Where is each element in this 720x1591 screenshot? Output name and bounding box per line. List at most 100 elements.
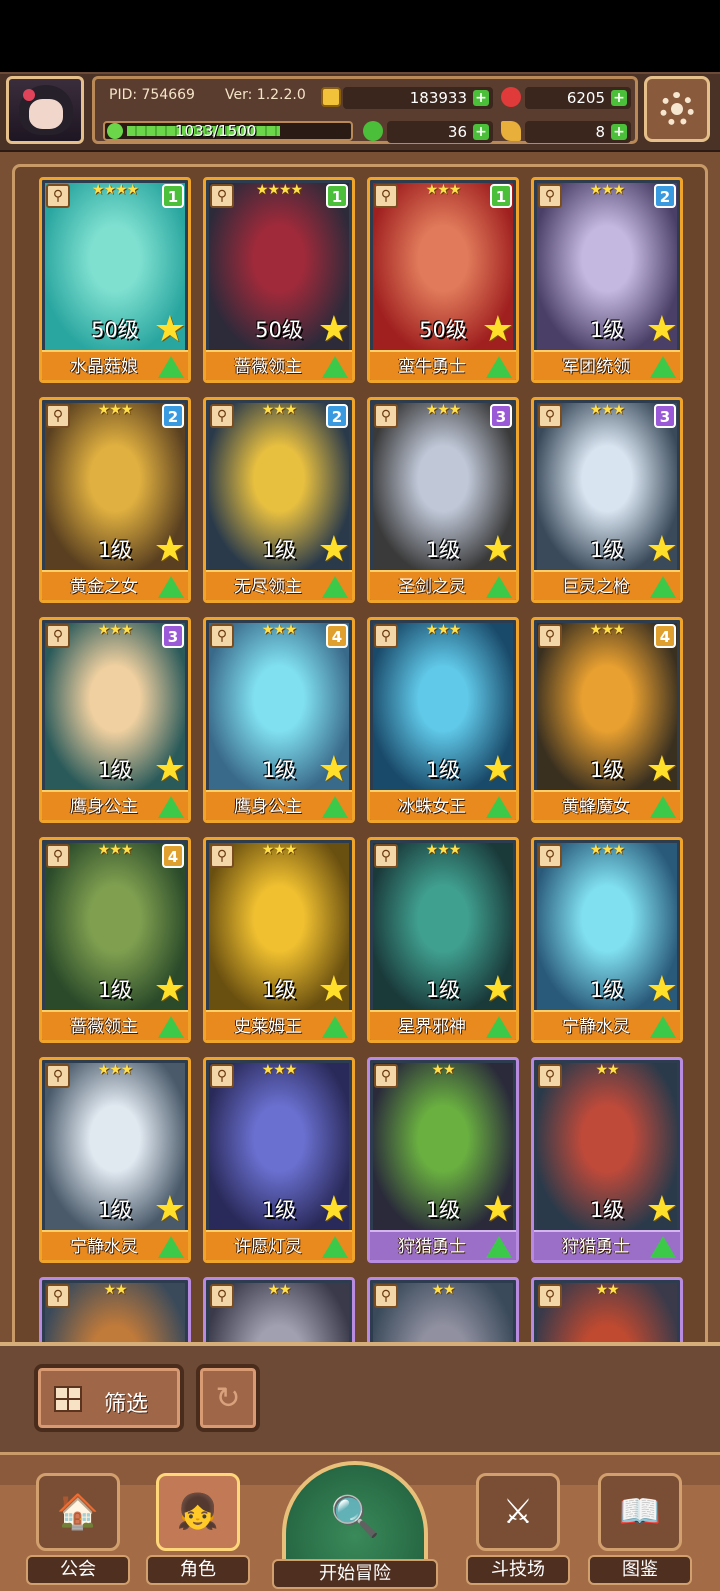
character-card[interactable]: ⚲ ★★★ 3 1级 ★ 鹰身公主 bbox=[39, 617, 191, 823]
character-list-area: ⚲ ★★★★ 1 50级 ★ 水晶菇娘 ⚲ ★★★★ 1 50级 ★ 蔷薇领主 ⚲ ★★★ 1 50级 ★ 蛮牛勇… bbox=[0, 152, 720, 1483]
character-card[interactable]: ⚲ ★★★ 3 1级 ★ 圣剑之灵 bbox=[367, 397, 519, 603]
star-rating: ★★ bbox=[103, 1282, 127, 1298]
refresh-button[interactable]: ↻ bbox=[196, 1364, 260, 1432]
character-name: 水晶菇娘 bbox=[70, 357, 138, 377]
gem-icon bbox=[501, 87, 521, 107]
star-rating: ★★ bbox=[595, 1062, 619, 1078]
level-up-arrow-icon bbox=[158, 796, 184, 818]
settings-button[interactable] bbox=[644, 76, 710, 142]
character-card[interactable]: ⚲ ★★ 1级 ★ 狩猎勇士 bbox=[531, 1057, 683, 1263]
level-up-arrow-icon bbox=[486, 796, 512, 818]
level-up-arrow-icon bbox=[486, 356, 512, 378]
character-card[interactable]: ⚲ ★★★ 1级 ★ 星界邪神 bbox=[367, 837, 519, 1043]
rank-badge: 2 bbox=[654, 184, 676, 208]
bottom-navigation: 🏠 公会 👧 角色 🔍 开始冒险 ⚔ 斗技场 📖 图鉴 bbox=[0, 1452, 720, 1591]
star-upgrade-icon: ★ bbox=[481, 749, 514, 790]
nav-tab-adventure[interactable]: 🔍 开始冒险 bbox=[272, 1455, 438, 1591]
exp-leaf-icon bbox=[107, 123, 123, 139]
character-card[interactable]: ⚲ ★★★ 2 1级 ★ 黄金之女 bbox=[39, 397, 191, 603]
clover-icon bbox=[363, 121, 383, 141]
character-card[interactable]: ⚲ ★★★ 2 1级 ★ 军团统领 bbox=[531, 177, 683, 383]
star-rating: ★★★ bbox=[589, 842, 626, 858]
nav-label-codex: 图鉴 bbox=[588, 1555, 692, 1585]
star-upgrade-icon: ★ bbox=[645, 529, 678, 570]
experience-text: 1033/1500 bbox=[175, 122, 257, 140]
star-upgrade-icon: ★ bbox=[153, 1189, 186, 1230]
gem-counter[interactable]: 6205 + bbox=[525, 87, 631, 109]
nav-label-character: 角色 bbox=[146, 1555, 250, 1585]
character-name: 鹰身公主 bbox=[70, 797, 138, 817]
star-upgrade-icon: ★ bbox=[317, 1189, 350, 1230]
rank-badge: 4 bbox=[654, 624, 676, 648]
character-card[interactable]: ⚲ ★★★ 1级 ★ 宁静水灵 bbox=[39, 1057, 191, 1263]
character-card[interactable]: ⚲ ★★★ 4 1级 ★ 蔷薇领主 bbox=[39, 837, 191, 1043]
level-up-arrow-icon bbox=[322, 576, 348, 598]
star-upgrade-icon: ★ bbox=[317, 529, 350, 570]
character-card[interactable]: ⚲ ★★★ 2 1级 ★ 无尽领主 bbox=[203, 397, 355, 603]
star-rating: ★★ bbox=[595, 1282, 619, 1298]
gem-plus-icon[interactable]: + bbox=[611, 90, 627, 106]
star-rating: ★★ bbox=[431, 1062, 455, 1078]
star-upgrade-icon: ★ bbox=[153, 309, 186, 350]
star-upgrade-icon: ★ bbox=[317, 749, 350, 790]
nav-tab-character[interactable]: 👧 角色 bbox=[146, 1473, 256, 1585]
level-up-arrow-icon bbox=[158, 1016, 184, 1038]
character-card[interactable]: ⚲ ★★★ 4 1级 ★ 黄蜂魔女 bbox=[531, 617, 683, 823]
character-name: 宁静水灵 bbox=[70, 1237, 138, 1257]
character-grid-frame[interactable]: ⚲ ★★★★ 1 50级 ★ 水晶菇娘 ⚲ ★★★★ 1 50级 ★ 蔷薇领主 ⚲ ★★★ 1 50级 ★ 蛮牛勇… bbox=[12, 164, 708, 1483]
nav-tab-guild[interactable]: 🏠 公会 bbox=[26, 1473, 136, 1585]
filter-button-label: 筛选 bbox=[104, 1392, 149, 1417]
star-upgrade-icon: ★ bbox=[481, 1189, 514, 1230]
level-up-arrow-icon bbox=[486, 576, 512, 598]
experience-bar: 1033/1500 bbox=[103, 121, 353, 141]
character-name: 狩猎勇士 bbox=[398, 1237, 466, 1257]
avatar-bow bbox=[23, 89, 35, 101]
level-up-arrow-icon bbox=[322, 796, 348, 818]
star-upgrade-icon: ★ bbox=[153, 529, 186, 570]
refresh-icon: ↻ bbox=[215, 1380, 241, 1416]
character-name: 鹰身公主 bbox=[234, 797, 302, 817]
feather-plus-icon[interactable]: + bbox=[611, 124, 627, 140]
nav-tab-arena[interactable]: ⚔ 斗技场 bbox=[466, 1473, 576, 1585]
rank-badge: 4 bbox=[162, 844, 184, 868]
star-upgrade-icon: ★ bbox=[317, 309, 350, 350]
character-card[interactable]: ⚲ ★★★★ 1 50级 ★ 蔷薇领主 bbox=[203, 177, 355, 383]
level-up-arrow-icon bbox=[650, 356, 676, 378]
star-upgrade-icon: ★ bbox=[153, 969, 186, 1010]
character-card[interactable]: ⚲ ★★★ 1级 ★ 史莱姆王 bbox=[203, 837, 355, 1043]
character-card[interactable]: ⚲ ★★★ 3 1级 ★ 巨灵之枪 bbox=[531, 397, 683, 603]
star-rating: ★★★ bbox=[261, 1062, 298, 1078]
star-upgrade-icon: ★ bbox=[645, 309, 678, 350]
character-card[interactable]: ⚲ ★★★ 1级 ★ 许愿灯灵 bbox=[203, 1057, 355, 1263]
character-name: 蔷薇领主 bbox=[70, 1017, 138, 1037]
rank-badge: 1 bbox=[326, 184, 348, 208]
filter-button[interactable]: 筛选 bbox=[34, 1364, 184, 1432]
clover-value: 36 bbox=[447, 123, 467, 141]
nav-tab-codex[interactable]: 📖 图鉴 bbox=[588, 1473, 698, 1585]
feather-counter[interactable]: 8 + bbox=[525, 121, 631, 143]
codex-book-icon: 📖 bbox=[598, 1473, 682, 1551]
character-name: 宁静水灵 bbox=[562, 1017, 630, 1037]
rank-badge: 4 bbox=[326, 624, 348, 648]
character-name: 蔷薇领主 bbox=[234, 357, 302, 377]
clover-plus-icon[interactable]: + bbox=[473, 124, 489, 140]
clover-counter[interactable]: 36 + bbox=[387, 121, 493, 143]
character-card[interactable]: ⚲ ★★★★ 1 50级 ★ 水晶菇娘 bbox=[39, 177, 191, 383]
player-id: PID: 754669 bbox=[109, 87, 195, 103]
gold-value: 183933 bbox=[409, 89, 467, 107]
character-card[interactable]: ⚲ ★★★ 1 50级 ★ 蛮牛勇士 bbox=[367, 177, 519, 383]
feather-value: 8 bbox=[595, 123, 605, 141]
star-rating: ★★★ bbox=[425, 842, 462, 858]
level-up-arrow-icon bbox=[158, 576, 184, 598]
player-avatar[interactable] bbox=[6, 76, 84, 144]
star-rating: ★★ bbox=[431, 1282, 455, 1298]
character-name: 圣剑之灵 bbox=[398, 577, 466, 597]
character-card[interactable]: ⚲ ★★ 1级 ★ 狩猎勇士 bbox=[367, 1057, 519, 1263]
character-card[interactable]: ⚲ ★★★ 1级 ★ 冰蛛女王 bbox=[367, 617, 519, 823]
level-up-arrow-icon bbox=[650, 576, 676, 598]
rank-badge: 1 bbox=[490, 184, 512, 208]
character-card[interactable]: ⚲ ★★★ 1级 ★ 宁静水灵 bbox=[531, 837, 683, 1043]
character-card[interactable]: ⚲ ★★★ 4 1级 ★ 鹰身公主 bbox=[203, 617, 355, 823]
gold-plus-icon[interactable]: + bbox=[473, 90, 489, 106]
gold-counter[interactable]: 183933 + bbox=[343, 87, 493, 109]
